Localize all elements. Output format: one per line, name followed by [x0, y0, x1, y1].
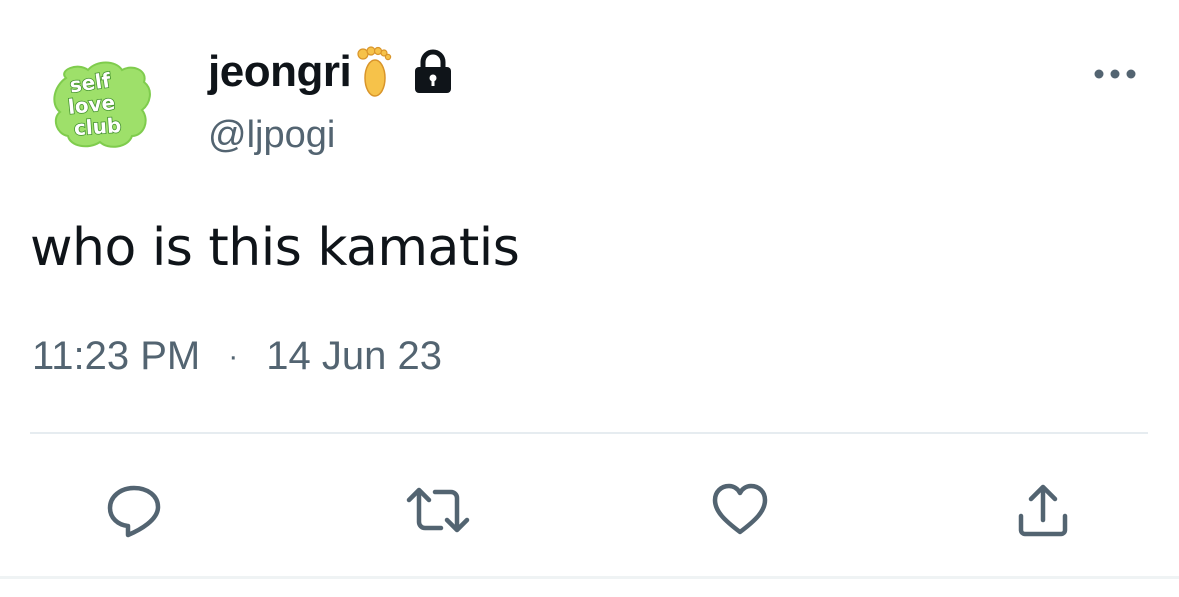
tweet-actions: [0, 470, 1179, 550]
author-name-row[interactable]: jeongri: [208, 40, 455, 104]
tweet-time[interactable]: 11:23 PM: [32, 334, 200, 379]
meta-separator: ·: [228, 339, 239, 373]
heart-icon: [712, 483, 768, 535]
reply-button[interactable]: [94, 470, 174, 550]
foot-emoji-icon: [353, 44, 393, 100]
bottom-divider: [0, 576, 1179, 579]
reply-icon: [107, 485, 161, 538]
more-icon: [1094, 69, 1136, 79]
tweet-timestamp[interactable]: 11:23 PM · 14 Jun 23: [32, 334, 442, 379]
lock-icon: [411, 47, 455, 97]
author-handle[interactable]: @ljpogi: [208, 114, 335, 157]
more-options-button[interactable]: [1090, 54, 1140, 94]
svg-text:club: club: [73, 113, 122, 140]
share-icon: [1018, 484, 1068, 537]
display-name[interactable]: jeongri: [208, 47, 352, 97]
tweet-text: who is this kamatis: [30, 218, 520, 278]
share-button[interactable]: [1003, 470, 1083, 550]
retweet-button[interactable]: [398, 470, 478, 550]
self-love-club-logo: self love club: [53, 61, 151, 148]
tweet-card: self love club jeongri @ljpogi who is th…: [0, 0, 1179, 597]
tweet-date[interactable]: 14 Jun 23: [266, 334, 442, 379]
like-button[interactable]: [700, 470, 780, 550]
avatar[interactable]: self love club: [48, 56, 158, 156]
divider: [30, 432, 1148, 434]
retweet-icon: [406, 487, 470, 533]
